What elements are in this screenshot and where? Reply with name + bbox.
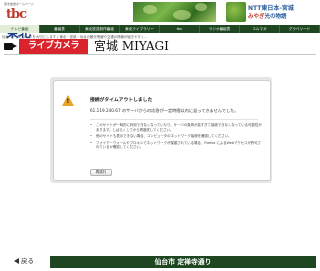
ad-banner-nature[interactable] <box>133 2 216 22</box>
exclamation-icon: ! <box>66 98 70 105</box>
site-logo[interactable]: 東北放送ホームページ tbc東北 <box>4 2 38 41</box>
leaf-shape <box>173 10 191 20</box>
ad-banner-ntt[interactable]: NTT東日本-宮城 みやぎ光の物語 <box>226 2 316 22</box>
main-nav: テレビ番組 番組表 東北放送制作番組 東北ライブラリー tbc ラジオ番組表 エ… <box>0 25 320 33</box>
nav-tab-library[interactable]: 東北ライブラリー <box>120 25 160 33</box>
suggestion-item: ファイアーウォールやプロキシでネットワークが保護されている場合、Firefox … <box>90 141 262 150</box>
error-panel: ! 接続がタイムアウトしました 61.119.240.67 のサーバからの応答が… <box>53 80 271 181</box>
footer-bar: 戻る 仙台市 定禅寺通り <box>0 252 320 271</box>
logo-tagline: 東北放送ホームページ <box>4 2 34 6</box>
site-header: 東北放送ホームページ tbc東北 NTT東日本-宮城 みやぎ光の物語 <box>0 0 320 41</box>
page-title: 宮城 MIYAGI <box>94 39 169 53</box>
retry-button[interactable]: 再試行 <box>90 169 112 176</box>
divider <box>90 119 258 120</box>
page: 東北放送ホームページ tbc東北 NTT東日本-宮城 みやぎ光の物語 テレビ番組… <box>0 0 320 271</box>
suggestion-item: 他のサイトも表示できない場合、コンピュータのネットワーク接続を確認してください。 <box>90 134 262 139</box>
back-arrow-icon <box>14 258 19 264</box>
page-title-bar: ライブカメラ 宮城 MIYAGI <box>4 38 316 55</box>
nav-tab-radio[interactable]: ラジオ番組表 <box>200 25 240 33</box>
suggestion-item: このサイトが一時的に利用できなくなっていたり、サーバの負荷が高すぎて接続できなく… <box>90 123 262 132</box>
ad-image <box>226 2 246 22</box>
nav-tab-elmaga[interactable]: エルマガ <box>240 25 280 33</box>
error-description: 61.119.240.67 のサーバからの応答が一定時間以内に返ってきませんでし… <box>90 108 239 113</box>
back-label: 戻る <box>21 257 34 265</box>
nav-tab-produced[interactable]: 東北放送制作番組 <box>80 25 120 33</box>
ad-brand: NTT東日本-宮城 <box>248 5 294 12</box>
error-suggestions: このサイトが一時的に利用できなくなっていたり、サーバの負荷が高すぎて接続できなく… <box>90 123 262 152</box>
nav-tab-other[interactable]: グラベリード <box>280 25 320 33</box>
leaf-shape <box>143 5 157 14</box>
nav-tab-tv[interactable]: テレビ番組 <box>0 25 40 33</box>
video-camera-icon <box>4 41 18 52</box>
camera-location: 仙台市 定禅寺通り <box>50 256 316 268</box>
nav-tab-schedule[interactable]: 番組表 <box>40 25 80 33</box>
leaf-shape <box>195 3 207 11</box>
live-camera-label: ライブカメラ <box>19 39 88 54</box>
nav-tab-tbc[interactable]: tbc <box>160 25 200 33</box>
error-title: 接続がタイムアウトしました <box>90 98 153 103</box>
ad-tagline: みやぎ光の物語 <box>248 14 287 20</box>
